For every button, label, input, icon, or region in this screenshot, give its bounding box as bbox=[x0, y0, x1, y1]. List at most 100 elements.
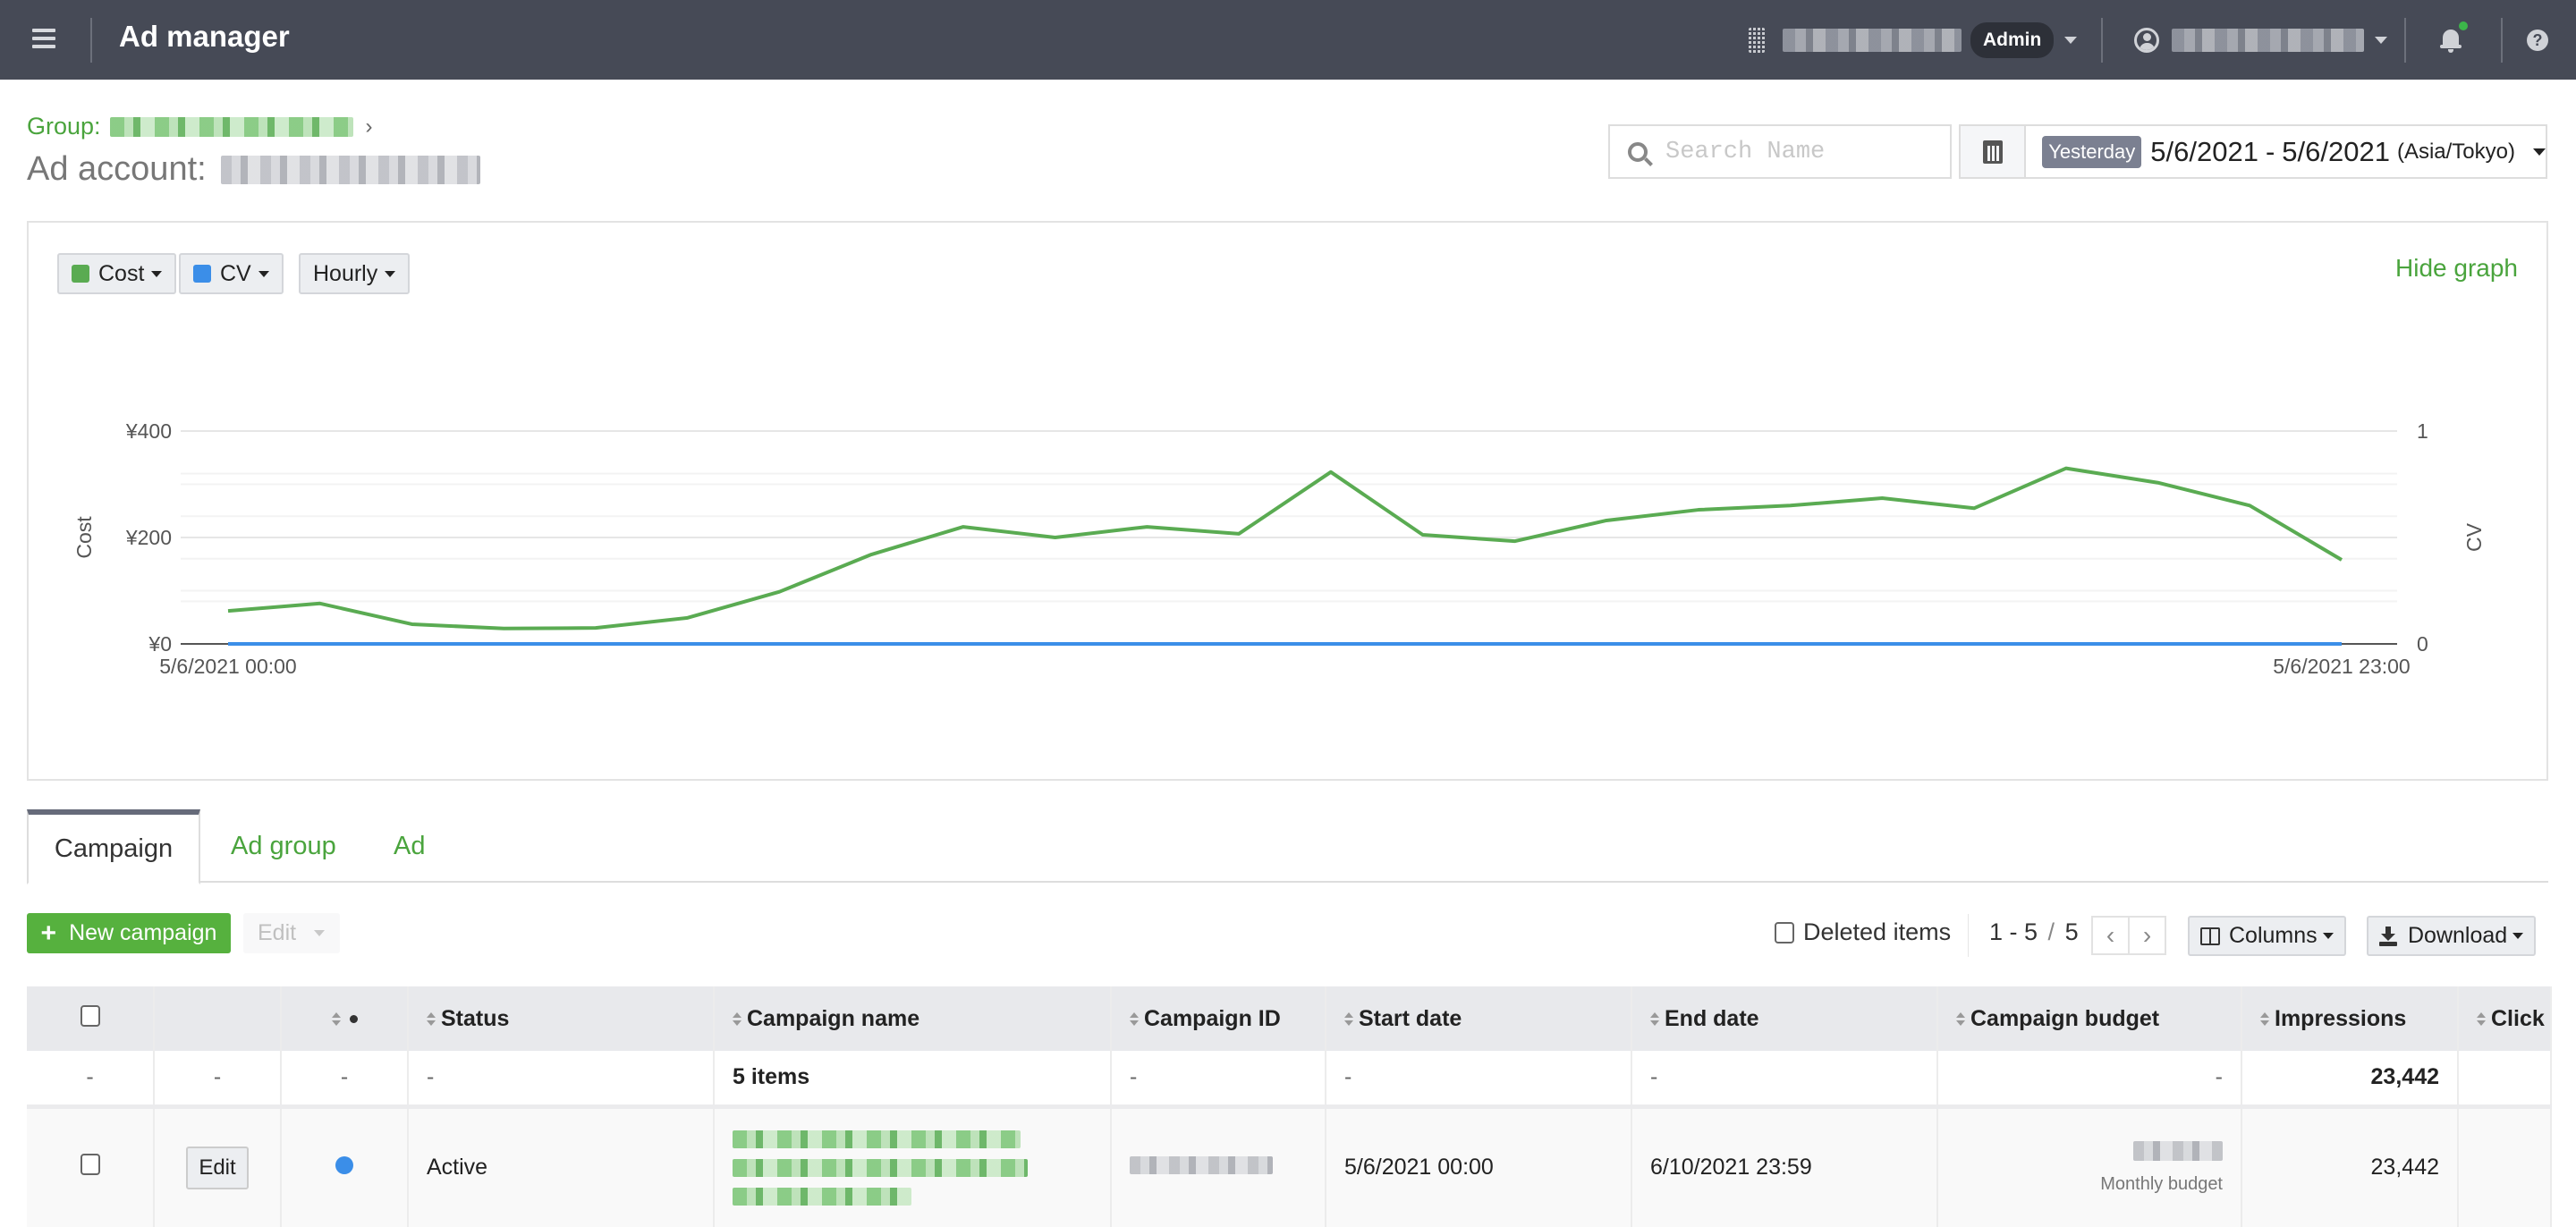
divider bbox=[1968, 914, 1969, 957]
user-menu[interactable] bbox=[2134, 21, 2387, 59]
column-header-end-date[interactable]: End date bbox=[1631, 986, 1938, 1051]
column-header-campaign-id[interactable]: Campaign ID bbox=[1111, 986, 1326, 1051]
data-point-cost bbox=[869, 553, 873, 556]
row-impressions: 23,442 bbox=[2241, 1106, 2459, 1227]
new-campaign-button[interactable]: + New campaign bbox=[27, 913, 231, 953]
chevron-down-icon bbox=[314, 930, 326, 936]
tab-ad[interactable]: Ad bbox=[394, 809, 425, 883]
organization-switcher[interactable]: Admin bbox=[1749, 21, 2078, 59]
sort-icon bbox=[2477, 1011, 2486, 1028]
column-header-campaign-budget[interactable]: Campaign budget bbox=[1937, 986, 2242, 1051]
y-axis-tick-label: ¥200 bbox=[125, 526, 172, 549]
campaign-name-link-redacted[interactable] bbox=[733, 1130, 1092, 1206]
divider bbox=[2101, 18, 2103, 63]
column-header-campaign-name[interactable]: Campaign name bbox=[714, 986, 1112, 1051]
date-range-picker[interactable]: Yesterday 5/6/2021 - 5/6/2021 (Asia/Toky… bbox=[1959, 124, 2547, 179]
data-point-cost bbox=[1697, 508, 1700, 512]
divider bbox=[90, 18, 92, 63]
row-edit-cell: Edit bbox=[154, 1106, 282, 1227]
data-point-cost bbox=[1880, 496, 1884, 500]
row-click bbox=[2458, 1106, 2552, 1227]
data-point-cost bbox=[686, 616, 690, 620]
select-all-checkbox[interactable] bbox=[80, 1004, 100, 1027]
calendar-button[interactable] bbox=[1961, 126, 2027, 177]
bulk-edit-button[interactable]: Edit bbox=[243, 913, 340, 953]
chevron-down-icon bbox=[2064, 37, 2078, 44]
calendar-icon bbox=[1982, 140, 2003, 164]
previous-page-button[interactable]: ‹ bbox=[2093, 918, 2130, 953]
y-axis-title: Cost bbox=[72, 516, 96, 559]
tab-ad-group[interactable]: Ad group bbox=[231, 809, 336, 883]
summary-item-count: 5 items bbox=[714, 1051, 1112, 1109]
next-page-button[interactable]: › bbox=[2130, 918, 2165, 953]
tab-campaign[interactable]: Campaign bbox=[27, 809, 200, 884]
data-point-cost bbox=[502, 627, 505, 630]
data-point-cv bbox=[1880, 642, 1884, 646]
actions-header bbox=[154, 986, 282, 1051]
column-label: Campaign budget bbox=[1970, 1005, 2160, 1031]
search-input[interactable] bbox=[1665, 138, 1934, 165]
series-line-cost bbox=[227, 466, 2343, 630]
deleted-items-checkbox[interactable] bbox=[1775, 921, 1794, 944]
data-point-cv bbox=[594, 642, 597, 646]
data-point-cost bbox=[318, 602, 322, 605]
menu-icon[interactable] bbox=[32, 29, 55, 48]
columns-button[interactable]: Columns bbox=[2188, 916, 2346, 956]
group-name-link-redacted[interactable] bbox=[109, 116, 353, 137]
column-header-status[interactable]: Status bbox=[408, 986, 715, 1051]
divider bbox=[2501, 18, 2503, 63]
column-label: Click bbox=[2491, 1005, 2545, 1031]
summary-click bbox=[2458, 1051, 2552, 1109]
row-edit-button[interactable]: Edit bbox=[186, 1146, 249, 1189]
download-label: Download bbox=[2408, 923, 2508, 948]
column-header-start-date[interactable]: Start date bbox=[1326, 986, 1632, 1051]
data-point-cv bbox=[2248, 642, 2251, 646]
data-point-cv bbox=[869, 642, 873, 646]
search-box bbox=[1608, 124, 1952, 179]
date-end: 5/6/2021 bbox=[2282, 135, 2390, 167]
summary-row: - - - - 5 items - - - - 23,442 bbox=[27, 1051, 2552, 1109]
data-point-cv bbox=[1421, 642, 1425, 646]
group-label[interactable]: Group: bbox=[27, 113, 101, 140]
data-point-cost bbox=[1421, 533, 1425, 537]
date-separator: - bbox=[2265, 135, 2275, 167]
data-point-cv bbox=[1697, 642, 1700, 646]
app-title: Ad manager bbox=[119, 20, 290, 53]
column-header-impressions[interactable]: Impressions bbox=[2241, 986, 2459, 1051]
row-status: Active bbox=[408, 1106, 715, 1227]
row-checkbox[interactable] bbox=[80, 1154, 100, 1176]
status-dot-icon bbox=[335, 1156, 353, 1175]
role-badge: Admin bbox=[1970, 22, 2055, 58]
summary-impressions: 23,442 bbox=[2241, 1051, 2459, 1109]
column-header-click[interactable]: Click bbox=[2458, 986, 2552, 1051]
summary-budget: - bbox=[1937, 1051, 2242, 1109]
download-button[interactable]: Download bbox=[2367, 916, 2537, 956]
pagination-summary: 1 - 5 / 5 bbox=[1989, 918, 2079, 946]
notifications-bell-icon[interactable] bbox=[2439, 21, 2468, 53]
data-point-cv bbox=[1605, 642, 1608, 646]
column-label: Impressions bbox=[2275, 1005, 2407, 1031]
data-point-cv bbox=[962, 642, 965, 646]
data-point-cost bbox=[226, 609, 230, 613]
column-label: End date bbox=[1665, 1005, 1759, 1031]
budget-type: Monthly budget bbox=[2100, 1173, 2223, 1194]
row-select-cell bbox=[27, 1106, 155, 1227]
data-point-cv bbox=[226, 642, 230, 646]
search-icon bbox=[1628, 141, 1648, 162]
y2-axis-title: CV bbox=[2462, 522, 2486, 552]
data-point-cv bbox=[502, 642, 505, 646]
user-name-redacted bbox=[2172, 29, 2364, 52]
sort-icon bbox=[733, 1011, 741, 1028]
data-point-cost bbox=[410, 622, 413, 626]
deleted-items-toggle[interactable]: Deleted items bbox=[1775, 918, 1951, 946]
data-point-cv bbox=[1972, 642, 1976, 646]
new-campaign-label: New campaign bbox=[69, 920, 217, 945]
chevron-down-icon bbox=[2322, 933, 2334, 939]
column-header-status-dot[interactable] bbox=[281, 986, 409, 1051]
help-icon[interactable]: ? bbox=[2527, 30, 2548, 51]
series bbox=[226, 466, 2343, 646]
chevron-down-icon bbox=[2512, 933, 2524, 939]
data-point-cost bbox=[2248, 503, 2251, 507]
y-axis-tick-label: ¥0 bbox=[148, 632, 172, 656]
data-point-cost bbox=[962, 525, 965, 529]
